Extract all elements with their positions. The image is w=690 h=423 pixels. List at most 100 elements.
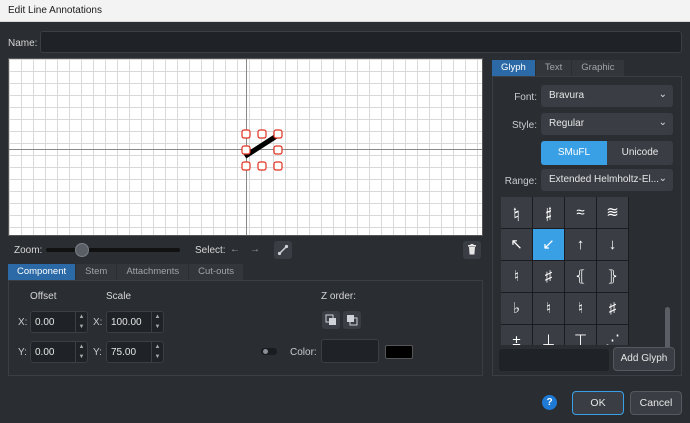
- range-select[interactable]: Extended Helmholtz-El... ⌄: [541, 169, 673, 191]
- scale-label: Scale: [106, 291, 132, 302]
- chevron-down-icon: ⌄: [658, 117, 667, 128]
- style-label: Style:: [511, 120, 537, 131]
- window-title: Edit Line Annotations: [8, 5, 102, 16]
- glyph-cell[interactable]: ♭: [501, 293, 532, 324]
- unicode-toggle-button[interactable]: Unicode: [607, 141, 673, 165]
- tab-cut-outs[interactable]: Cut-outs: [189, 264, 245, 280]
- font-label: Font:: [514, 92, 537, 103]
- cancel-button[interactable]: Cancel: [630, 391, 682, 415]
- glyph-cell[interactable]: ↖: [501, 229, 532, 260]
- glyph-type-tabs: Glyph Text Graphic: [492, 60, 625, 76]
- select-all-button[interactable]: [274, 241, 292, 259]
- glyph-cell[interactable]: ↑: [565, 229, 596, 260]
- scale-x-label: X:: [93, 317, 103, 328]
- send-to-back-button[interactable]: [343, 311, 361, 329]
- glyph-cell[interactable]: ⦃: [565, 261, 596, 292]
- offset-x-label: X:: [18, 317, 28, 328]
- glyph-cell[interactable]: ⋰: [597, 325, 628, 345]
- color-label: Color:: [290, 347, 317, 358]
- line-tool-icon: [277, 244, 289, 256]
- color-value-field[interactable]: [321, 339, 379, 363]
- scale-y-value: 75.00: [111, 347, 137, 358]
- glyph-cell[interactable]: 𝄮: [501, 197, 532, 228]
- zoom-slider-track[interactable]: [46, 248, 180, 252]
- offset-y-arrows[interactable]: ▲ ▼: [75, 342, 87, 362]
- scale-x-stepper[interactable]: 100.00 ▲ ▼: [106, 311, 164, 333]
- offset-label: Offset: [30, 291, 57, 302]
- scale-y-stepper[interactable]: 75.00 ▲ ▼: [106, 341, 164, 363]
- resize-handle-e[interactable]: [273, 145, 283, 155]
- style-select[interactable]: Regular ⌄: [541, 113, 673, 135]
- glyph-cell[interactable]: ♮: [565, 293, 596, 324]
- help-button[interactable]: ?: [542, 395, 557, 410]
- glyph-cell[interactable]: ≈: [565, 197, 596, 228]
- title-bar: Edit Line Annotations: [0, 0, 690, 22]
- add-glyph-button[interactable]: Add Glyph: [613, 347, 675, 371]
- offset-y-label: Y:: [18, 347, 27, 358]
- z-order-label: Z order:: [321, 291, 357, 302]
- offset-x-arrows[interactable]: ▲ ▼: [75, 312, 87, 332]
- select-previous-button[interactable]: ←: [226, 241, 244, 259]
- glyph-search-field[interactable]: [499, 349, 609, 371]
- resize-handle-nw[interactable]: [241, 129, 251, 139]
- color-toggle-knob: [263, 349, 268, 354]
- preview-canvas[interactable]: [8, 58, 483, 236]
- zoom-label: Zoom:: [14, 245, 43, 256]
- bring-forward-icon: [325, 314, 336, 325]
- offset-y-stepper[interactable]: 0.00 ▲ ▼: [30, 341, 88, 363]
- tab-attachments[interactable]: Attachments: [117, 264, 190, 280]
- offset-y-value: 0.00: [35, 347, 55, 358]
- component-panel: Offset Scale X: 0.00 ▲ ▼ X: 100.00 ▲ ▼ Y: …: [8, 280, 483, 376]
- glyph-cell[interactable]: ⊥: [533, 325, 564, 345]
- glyph-grid: 𝄮 𝄰 ≈ ≋ ↖ ↙ ↑ ↓ ♮ ♯ ⦃ ⦄ ♭ ♮ ♮ ♯ ± ⊥ ⊤ ⋰: [501, 197, 629, 345]
- glyph-cell[interactable]: ↙: [533, 229, 564, 260]
- tab-text[interactable]: Text: [535, 60, 573, 76]
- glyph-cell[interactable]: 𝄰: [533, 197, 564, 228]
- tab-glyph[interactable]: Glyph: [492, 60, 536, 76]
- chevron-down-icon: ⌄: [658, 173, 667, 184]
- offset-x-value: 0.00: [35, 317, 55, 328]
- glyph-cell[interactable]: ♯: [533, 261, 564, 292]
- color-toggle[interactable]: [261, 348, 277, 355]
- line-component-shape: [243, 133, 279, 159]
- resize-handle-se[interactable]: [273, 161, 283, 171]
- encoding-toggle: SMuFL Unicode: [541, 141, 673, 165]
- color-swatch[interactable]: [385, 345, 413, 359]
- tab-component[interactable]: Component: [8, 264, 77, 280]
- bring-to-front-button[interactable]: [322, 311, 340, 329]
- resize-handle-ne[interactable]: [273, 129, 283, 139]
- ok-button[interactable]: OK: [572, 391, 624, 415]
- glyph-cell[interactable]: ♮: [501, 261, 532, 292]
- zoom-slider-knob[interactable]: [75, 243, 90, 257]
- scale-y-label: Y:: [93, 347, 102, 358]
- name-input[interactable]: [40, 31, 682, 53]
- glyph-cell[interactable]: ♯: [597, 293, 628, 324]
- select-next-button[interactable]: →: [246, 241, 264, 259]
- range-select-value: Extended Helmholtz-El...: [549, 174, 660, 185]
- glyph-panel: Font: Bravura ⌄ Style: Regular ⌄ SMuFL U…: [492, 76, 682, 376]
- resize-handle-n[interactable]: [257, 129, 267, 139]
- font-select-value: Bravura: [549, 90, 585, 101]
- glyph-cell[interactable]: ♮: [533, 293, 564, 324]
- smufl-toggle-button[interactable]: SMuFL: [541, 141, 607, 165]
- tab-stem[interactable]: Stem: [76, 264, 118, 280]
- style-select-value: Regular: [549, 118, 585, 129]
- glyph-grid-scrollbar[interactable]: [665, 307, 670, 349]
- glyph-cell[interactable]: ±: [501, 325, 532, 345]
- glyph-cell[interactable]: ⊤: [565, 325, 596, 345]
- resize-handle-s[interactable]: [257, 161, 267, 171]
- glyph-cell[interactable]: ↓: [597, 229, 628, 260]
- font-select[interactable]: Bravura ⌄: [541, 85, 673, 107]
- resize-handle-w[interactable]: [241, 145, 251, 155]
- scale-x-arrows[interactable]: ▲ ▼: [151, 312, 163, 332]
- tab-graphic[interactable]: Graphic: [572, 60, 625, 76]
- delete-component-button[interactable]: [463, 241, 481, 259]
- offset-x-stepper[interactable]: 0.00 ▲ ▼: [30, 311, 88, 333]
- glyph-cell[interactable]: ≋: [597, 197, 628, 228]
- name-label: Name:: [8, 38, 38, 49]
- selected-component[interactable]: [239, 127, 285, 173]
- resize-handle-sw[interactable]: [241, 161, 251, 171]
- zoom-select-bar: Zoom: Select: ← →: [8, 238, 483, 262]
- glyph-cell[interactable]: ⦄: [597, 261, 628, 292]
- scale-y-arrows[interactable]: ▲ ▼: [151, 342, 163, 362]
